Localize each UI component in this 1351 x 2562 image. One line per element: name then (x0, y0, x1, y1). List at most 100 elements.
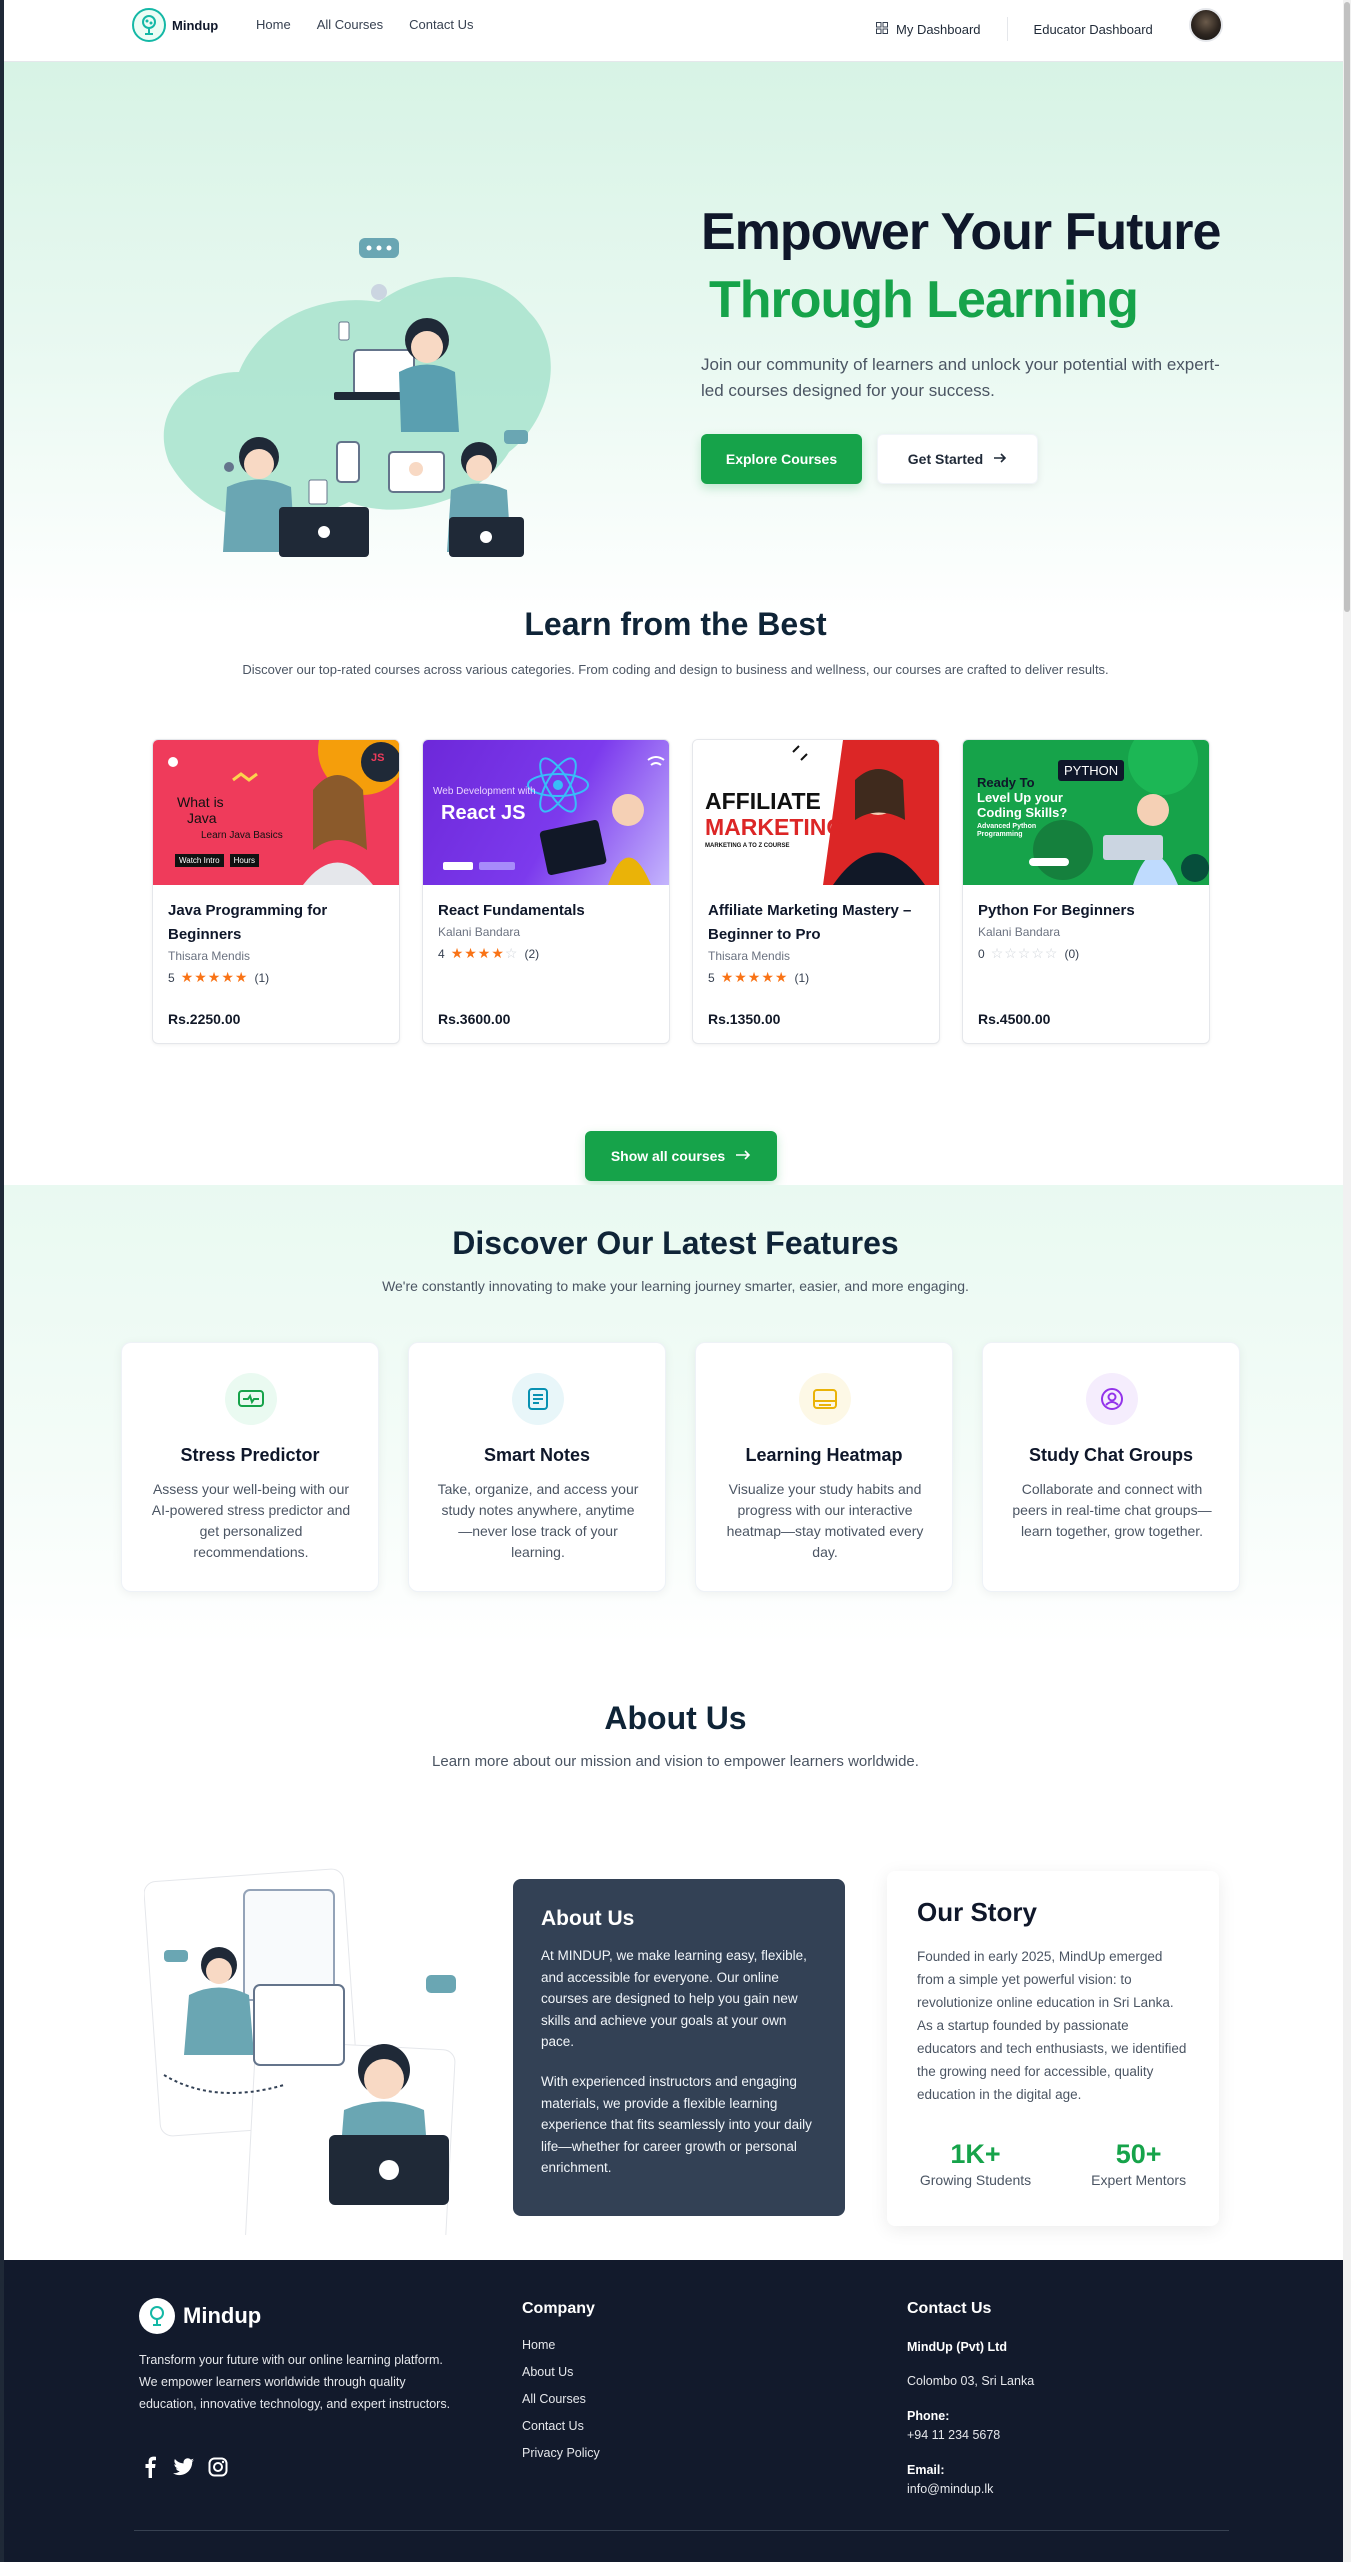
thumb-badge: JS (371, 752, 385, 764)
brain-tree-icon (139, 2298, 175, 2334)
about-subtitle: Learn more about our mission and vision … (432, 1753, 919, 1770)
footer-description: Transform your future with our online le… (139, 2353, 451, 2411)
chat-group-icon (1086, 1373, 1138, 1425)
facebook-icon[interactable] (139, 2456, 161, 2478)
feature-card[interactable]: Learning Heatmap Visualize your study ha… (695, 1342, 953, 1592)
feature-card[interactable]: Smart Notes Take, organize, and access y… (408, 1342, 666, 1592)
thumb-text: What is (177, 794, 224, 810)
stat-mentors: 50+ Expert Mentors (1091, 2139, 1186, 2188)
explore-courses-button[interactable]: Explore Courses (701, 434, 862, 484)
stat-number: 1K+ (950, 2139, 1001, 2169)
thumb-text: Level Up your (977, 789, 1063, 805)
nav-right: My Dashboard Educator Dashboard (876, 17, 1153, 41)
feature-description: Visualize your study habits and progress… (726, 1481, 924, 1560)
stats-row: 1K+ Growing Students 50+ Expert Mentors (887, 2139, 1219, 2188)
stat-number: 50+ (1115, 2139, 1162, 2169)
email-address[interactable]: info@mindup.lk (907, 2482, 993, 2496)
features-subtitle: We're constantly innovating to make your… (382, 1278, 969, 1294)
course-rating: 0 ☆☆☆☆☆ (0) (978, 945, 1194, 962)
footer-link-contact-us[interactable]: Contact Us (522, 2419, 600, 2433)
avatar[interactable] (1189, 8, 1223, 42)
nav-link-all-courses[interactable]: All Courses (317, 17, 383, 32)
footer-link-all-courses[interactable]: All Courses (522, 2392, 600, 2406)
course-rating: 5 ★★★★★ (1) (708, 969, 924, 986)
footer-link-about-us[interactable]: About Us (522, 2365, 600, 2379)
review-count: (1) (794, 970, 810, 985)
thumb-tag: Watch Intro (175, 854, 224, 867)
course-title: Java Programming for Beginners (168, 902, 328, 943)
show-all-courses-button[interactable]: Show all courses (585, 1131, 777, 1181)
footer-link-home[interactable]: Home (522, 2338, 600, 2352)
thumb-text: MARKETING A TO Z COURSE (705, 843, 790, 849)
course-rating: 5 ★★★★★ (1) (168, 969, 384, 986)
courses-title: Learn from the Best (524, 606, 827, 642)
twitter-icon[interactable] (173, 2456, 195, 2478)
educator-dashboard-link[interactable]: Educator Dashboard (1034, 22, 1153, 37)
our-story-card: Our Story Founded in early 2025, MindUp … (887, 1871, 1219, 2226)
feature-card[interactable]: Study Chat Groups Collaborate and connec… (982, 1342, 1240, 1592)
logo[interactable]: Mindup (132, 8, 218, 42)
hero-title-line1: Empower Your Future (701, 203, 1221, 261)
course-card[interactable]: PYTHON Ready To Level Up your Coding Ski… (962, 739, 1210, 1044)
hero-illustration (163, 238, 551, 557)
star-rating-icon: ★★★★★ (720, 969, 789, 985)
footer-logo-text: Mindup (183, 2303, 262, 2328)
course-thumbnail: PYTHON Ready To Level Up your Coding Ski… (963, 740, 1209, 885)
nav-link-home[interactable]: Home (256, 17, 291, 32)
stat-label: Expert Mentors (1091, 2172, 1187, 2188)
footer-contact-title: Contact Us (907, 2300, 992, 2317)
top-navbar: Mindup Home All Courses Contact Us My Da… (4, 0, 1347, 62)
footer-link-privacy-policy[interactable]: Privacy Policy (522, 2446, 600, 2460)
courses-subtitle: Discover our top-rated courses across va… (242, 662, 1109, 677)
course-instructor: Thisara Mendis (708, 949, 791, 963)
feature-description: Assess your well-being with our AI-power… (151, 1481, 351, 1560)
feature-title: Smart Notes (483, 1445, 591, 1465)
course-instructor: Thisara Mendis (168, 949, 251, 963)
course-card[interactable]: Web Development with React JS React Fund… (422, 739, 670, 1044)
footer-contact-column: Contact Us MindUp (Pvt) Ltd Colombo 03, … (907, 2300, 1034, 2514)
stat-students: 1K+ Growing Students (920, 2139, 1031, 2188)
logo-text: Mindup (172, 17, 219, 33)
social-links (139, 2456, 229, 2478)
about-title: About Us (604, 1700, 747, 1736)
features-title: Discover Our Latest Features (452, 1225, 899, 1261)
arrow-right-icon (993, 451, 1007, 467)
feature-title: Learning Heatmap (745, 1445, 903, 1465)
get-started-label: Get Started (907, 451, 984, 467)
grid-icon (876, 21, 888, 37)
our-story-text: Founded in early 2025, MindUp emerged fr… (917, 1949, 1187, 2102)
thumb-text: React JS (441, 802, 526, 824)
my-dashboard-link[interactable]: My Dashboard (876, 21, 981, 37)
feature-card[interactable]: Stress Predictor Assess your well-being … (121, 1342, 379, 1592)
course-price: Rs.1350.00 (708, 1011, 781, 1027)
thumb-text: Coding Skills? (977, 804, 1068, 820)
footer-company-column: Company Home About Us All Courses Contac… (522, 2300, 600, 2473)
phone-number[interactable]: +94 11 234 5678 (907, 2428, 1000, 2442)
course-instructor: Kalani Bandara (438, 925, 521, 939)
instagram-icon[interactable] (207, 2456, 229, 2478)
course-card[interactable]: What is Java Learn Java Basics Watch Int… (152, 739, 400, 1044)
scrollbar-thumb[interactable] (1344, 2, 1350, 612)
thumb-text: Learn Java Basics (201, 830, 283, 842)
star-rating-icon: ☆☆☆☆☆ (990, 945, 1059, 961)
footer-logo[interactable]: Mindup (139, 2298, 261, 2334)
feature-title: Stress Predictor (180, 1445, 320, 1465)
about-card: About Us At MINDUP, we make learning eas… (513, 1879, 845, 2216)
star-rating-icon: ★★★★★ (180, 969, 249, 985)
course-card[interactable]: AFFILIATE MARKETING MARKETING A TO Z COU… (692, 739, 940, 1044)
scrollbar[interactable] (1343, 0, 1351, 2562)
footer: Mindup Transform your future with our on… (4, 2260, 1347, 2562)
stat-label: Growing Students (919, 2172, 1032, 2188)
course-thumbnail: What is Java Learn Java Basics Watch Int… (153, 740, 399, 885)
my-dashboard-label: My Dashboard (896, 21, 981, 37)
feature-description: Collaborate and connect with peers in re… (1012, 1481, 1212, 1539)
nav-link-contact-us[interactable]: Contact Us (409, 17, 473, 32)
course-price: Rs.4500.00 (978, 1011, 1051, 1027)
get-started-button[interactable]: Get Started (877, 434, 1038, 484)
review-count: (2) (524, 946, 540, 961)
notes-icon (512, 1373, 564, 1425)
thumb-text: Ready To (977, 775, 1035, 790)
rating-value: 5 (168, 970, 175, 985)
course-title: Python For Beginners (978, 902, 1135, 919)
nav-divider (1006, 17, 1008, 41)
